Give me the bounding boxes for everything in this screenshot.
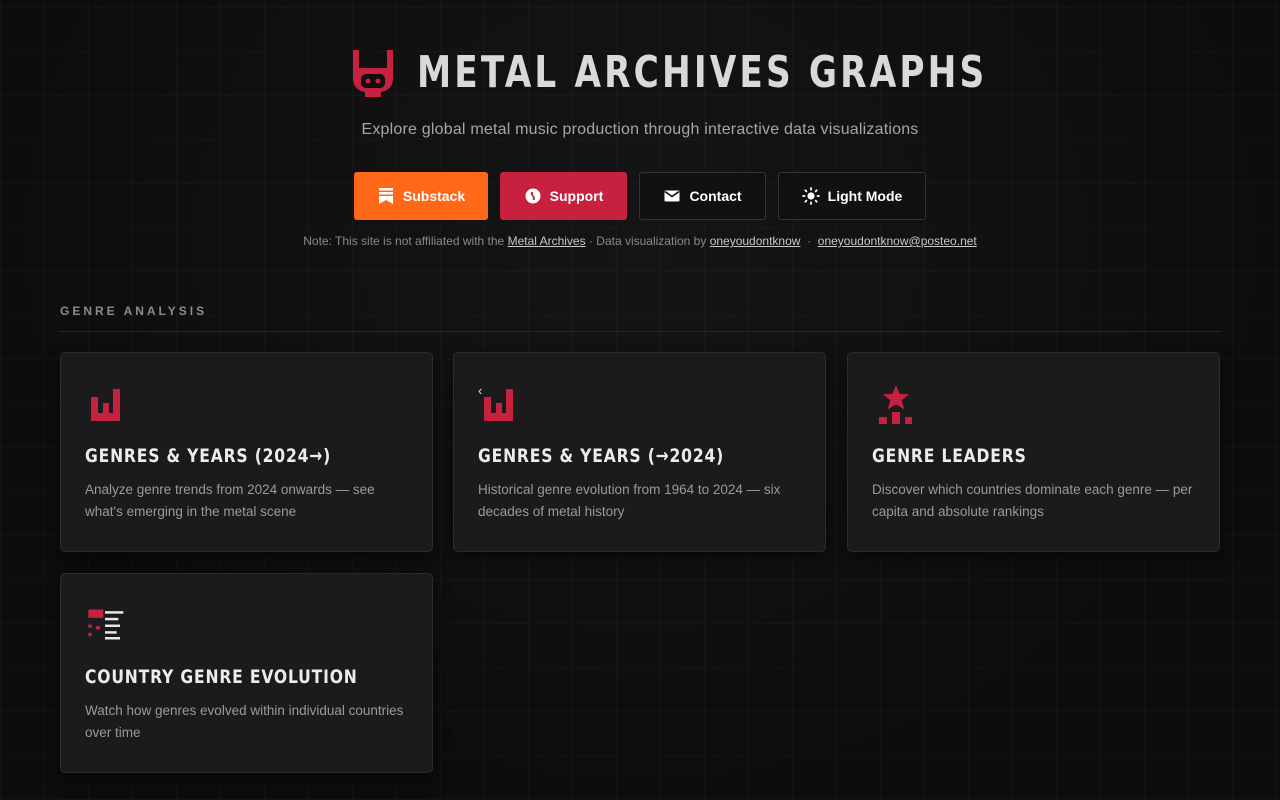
star-podium-icon xyxy=(879,385,912,424)
card-description: Discover which countries dominate each g… xyxy=(872,482,1193,519)
contact-button[interactable]: Contact xyxy=(639,172,766,220)
card-description: Historical genre evolution from 1964 to … xyxy=(478,482,781,519)
card-genres-years-2024-onward[interactable]: GENRES & YEARS (2024→) Analyze genre tre… xyxy=(60,352,433,552)
sun-icon xyxy=(801,187,820,205)
card-title: GENRES & YEARS (→2024) xyxy=(478,445,725,467)
note-separator: · xyxy=(807,234,812,248)
card-genres-years-until-2024[interactable]: ‹ GENRES & YEARS (→2024) Historical genr… xyxy=(453,352,826,552)
light-mode-label: Light Mode xyxy=(827,188,903,204)
metal-archives-link[interactable]: Metal Archives xyxy=(508,234,586,248)
bookmark-icon xyxy=(378,188,393,204)
card-title: GENRE LEADERS xyxy=(872,445,1027,467)
page-subtitle: Explore global metal music production th… xyxy=(361,121,919,138)
support-button[interactable]: Support xyxy=(500,172,627,220)
card-genre-leaders[interactable]: GENRE LEADERS Discover which countries d… xyxy=(847,352,1220,552)
plug-logo-icon xyxy=(352,50,393,97)
section-heading: GENRE ANALYSIS xyxy=(60,304,208,318)
substack-label: Substack xyxy=(402,188,466,204)
card-country-genre-evolution[interactable]: COUNTRY GENRE EVOLUTION Watch how genres… xyxy=(60,573,433,773)
substack-button[interactable]: Substack xyxy=(354,172,488,220)
note-prefix: Note: This site is not affiliated with t… xyxy=(303,234,505,248)
contact-label: Contact xyxy=(689,188,742,204)
page-title: METAL ARCHIVES GRAPHS xyxy=(416,46,987,98)
card-description: Analyze genre trends from 2024 onwards —… xyxy=(85,482,375,519)
card-title: GENRES & YEARS (2024→) xyxy=(85,445,332,467)
bar-chart-icon xyxy=(91,389,120,421)
mail-icon xyxy=(664,190,680,202)
site-header: METAL ARCHIVES GRAPHS xyxy=(0,44,1280,100)
email-link[interactable]: oneyoudontknow@posteo.net xyxy=(818,234,977,248)
author-link[interactable]: oneyoudontknow xyxy=(710,234,801,248)
coffee-icon xyxy=(525,188,541,204)
note-middle: · Data visualization by xyxy=(588,234,707,248)
affiliation-note: Note: This site is not affiliated with t… xyxy=(0,234,1280,248)
light-mode-button[interactable]: Light Mode xyxy=(778,172,926,220)
bar-chart-history-icon xyxy=(484,389,513,421)
list-evolution-icon xyxy=(88,609,124,640)
card-description: Watch how genres evolved within individu… xyxy=(85,703,404,740)
card-title: COUNTRY GENRE EVOLUTION xyxy=(85,666,358,688)
support-label: Support xyxy=(549,188,604,204)
section-divider xyxy=(60,331,1220,332)
action-buttons: Substack Support Contact Light Mode xyxy=(0,172,1280,220)
